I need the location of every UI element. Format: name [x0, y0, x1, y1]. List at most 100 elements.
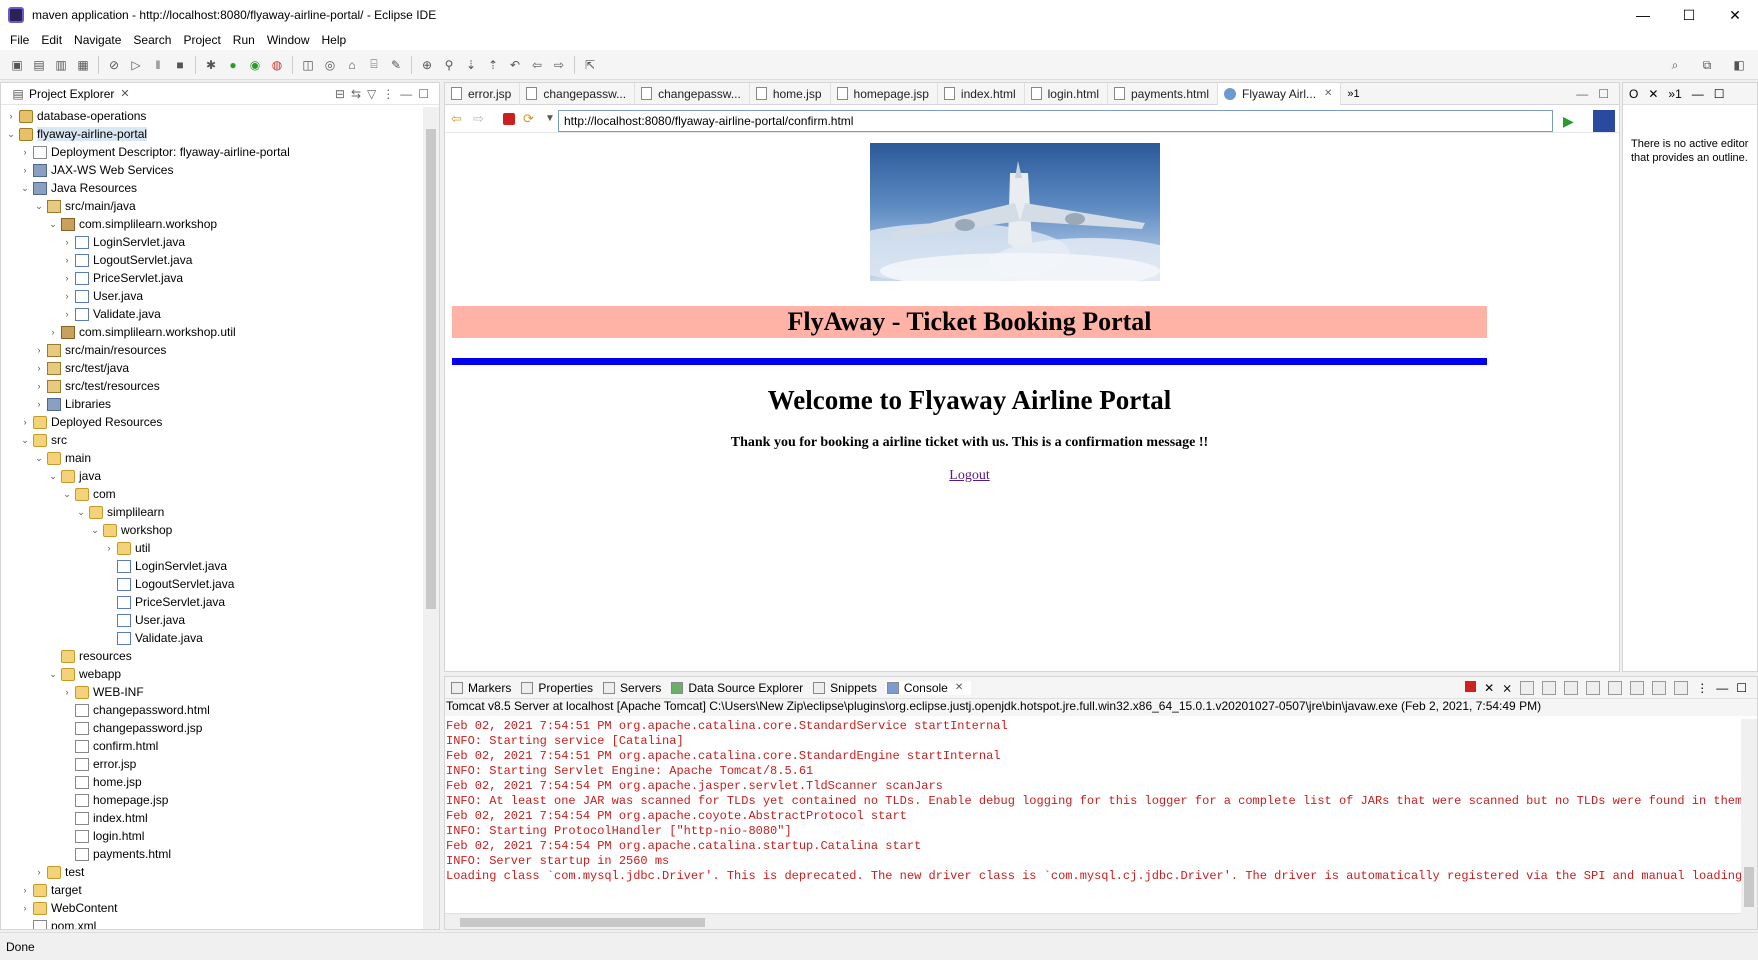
tab-markers[interactable]: Markers: [449, 681, 519, 695]
resume-icon[interactable]: ▷: [128, 57, 144, 73]
chevron-right-icon[interactable]: ›: [19, 165, 31, 175]
filter-icon[interactable]: ▽: [367, 87, 376, 101]
chevron-down-icon[interactable]: ⌄: [33, 201, 45, 212]
tab-flyaway-browser[interactable]: Flyaway Airl... ✕: [1218, 82, 1342, 105]
tab-login-html[interactable]: login.html: [1025, 82, 1108, 105]
tree-item[interactable]: › WebContent: [1, 899, 423, 917]
tab-home-jsp[interactable]: home.jsp: [750, 82, 831, 105]
tree-item[interactable]: home.jsp: [1, 773, 423, 791]
view-menu-icon[interactable]: ⋮: [382, 87, 394, 101]
show-on-stdout-icon[interactable]: [1586, 680, 1601, 695]
maximize-view-icon[interactable]: ☐: [1736, 681, 1747, 695]
more-views-icon[interactable]: »1: [1668, 87, 1681, 101]
chevron-right-icon[interactable]: ›: [61, 309, 73, 319]
tree-item[interactable]: homepage.jsp: [1, 791, 423, 809]
tree-item[interactable]: payments.html: [1, 845, 423, 863]
show-on-stderr-icon[interactable]: [1608, 680, 1623, 695]
chevron-down-icon[interactable]: ⌄: [75, 507, 87, 518]
java-ee-perspective-icon[interactable]: ◧: [1731, 57, 1747, 73]
tab-servers[interactable]: Servers: [601, 681, 669, 695]
tab-console[interactable]: Console ✕: [884, 680, 972, 695]
close-icon[interactable]: ✕: [955, 682, 963, 693]
chevron-right-icon[interactable]: ›: [33, 399, 45, 409]
tree-item[interactable]: › LoginServlet.java: [1, 233, 423, 251]
maximize-button[interactable]: ☐: [1666, 0, 1712, 30]
tree-item[interactable]: ⌄ webapp: [1, 665, 423, 683]
outline-icon[interactable]: O: [1629, 87, 1638, 101]
vertical-scrollbar[interactable]: [423, 107, 439, 929]
chevron-down-icon[interactable]: ⌄: [89, 525, 101, 536]
tree-item[interactable]: LogoutServlet.java: [1, 575, 423, 593]
tree-item[interactable]: index.html: [1, 809, 423, 827]
tree-item[interactable]: › LogoutServlet.java: [1, 251, 423, 269]
menu-window[interactable]: Window: [261, 33, 316, 47]
tree-item[interactable]: confirm.html: [1, 737, 423, 755]
tab-index-html[interactable]: index.html: [938, 82, 1025, 105]
tree-item[interactable]: ⌄ main: [1, 449, 423, 467]
chevron-right-icon[interactable]: ›: [5, 111, 17, 121]
more-tabs-button[interactable]: »1: [1347, 88, 1359, 100]
menu-run[interactable]: Run: [227, 33, 261, 47]
coverage-icon[interactable]: ◉: [247, 57, 263, 73]
tree-item[interactable]: ⌄ com.simplilearn.workshop: [1, 215, 423, 233]
open-console-icon[interactable]: [1674, 680, 1689, 695]
skip-breakpoints-icon[interactable]: ⊘: [106, 57, 122, 73]
suspend-icon[interactable]: ‖: [150, 57, 166, 73]
open-type-icon[interactable]: ⌂: [344, 57, 360, 73]
tree-item[interactable]: › User.java: [1, 287, 423, 305]
tree-item[interactable]: ⌄ java: [1, 467, 423, 485]
scrollbar-thumb[interactable]: [1744, 867, 1754, 907]
debug-icon[interactable]: ✱: [203, 57, 219, 73]
clear-console-icon[interactable]: [1520, 680, 1535, 695]
minimize-view-icon[interactable]: —: [400, 87, 412, 101]
chevron-down-icon[interactable]: ⌄: [5, 129, 17, 140]
menu-edit[interactable]: Edit: [35, 33, 68, 47]
console-output[interactable]: Feb 02, 2021 7:54:51 PM org.apache.catal…: [445, 719, 1741, 909]
chevron-right-icon[interactable]: ›: [19, 903, 31, 913]
console-horizontal-scrollbar[interactable]: [445, 913, 1741, 929]
tree-item[interactable]: changepassword.jsp: [1, 719, 423, 737]
chevron-right-icon[interactable]: ›: [19, 885, 31, 895]
stop-icon[interactable]: [503, 112, 515, 125]
chevron-right-icon[interactable]: ›: [19, 147, 31, 157]
tab-homepage-jsp[interactable]: homepage.jsp: [831, 82, 938, 105]
close-button[interactable]: ✕: [1712, 0, 1758, 30]
run-icon[interactable]: ●: [225, 57, 241, 73]
tree-item[interactable]: changepassword.html: [1, 701, 423, 719]
chevron-right-icon[interactable]: ›: [103, 543, 115, 553]
tab-changepassword-jsp[interactable]: changepassw...: [635, 82, 750, 105]
chevron-right-icon[interactable]: ›: [61, 687, 73, 697]
annotation-icon[interactable]: ⚲: [441, 57, 457, 73]
chevron-right-icon[interactable]: ›: [61, 237, 73, 247]
pin-console-icon[interactable]: [1630, 680, 1645, 695]
scroll-lock-icon[interactable]: [1542, 680, 1557, 695]
tree-item[interactable]: › Validate.java: [1, 305, 423, 323]
minimize-view-icon[interactable]: —: [1716, 681, 1728, 695]
display-console-icon[interactable]: [1652, 680, 1667, 695]
project-explorer-title[interactable]: Project Explorer: [29, 87, 114, 101]
tree-item[interactable]: › WEB-INF: [1, 683, 423, 701]
chevron-down-icon[interactable]: ⌄: [47, 219, 59, 230]
chevron-down-icon[interactable]: ⌄: [47, 669, 59, 680]
open-perspective-icon[interactable]: ⧉: [1699, 57, 1715, 73]
chevron-down-icon[interactable]: ⌄: [33, 453, 45, 464]
chevron-right-icon[interactable]: ›: [61, 273, 73, 283]
url-input[interactable]: http://localhost:8080/flyaway-airline-po…: [558, 110, 1553, 132]
scrollbar-thumb[interactable]: [426, 129, 436, 609]
terminal-icon[interactable]: ▦: [75, 57, 91, 73]
tree-item[interactable]: › database-operations: [1, 107, 423, 125]
chevron-right-icon[interactable]: ›: [61, 255, 73, 265]
chevron-right-icon[interactable]: ›: [61, 291, 73, 301]
tree-item[interactable]: ⌄ com: [1, 485, 423, 503]
new-icon[interactable]: ▣: [9, 57, 25, 73]
tree-item[interactable]: › Deployed Resources: [1, 413, 423, 431]
open-external-browser-icon[interactable]: [1593, 110, 1615, 132]
forward-icon[interactable]: ⇨: [551, 57, 567, 73]
minimize-button[interactable]: —: [1620, 0, 1666, 30]
word-wrap-icon[interactable]: [1564, 680, 1579, 695]
logout-link[interactable]: Logout: [452, 468, 1487, 484]
menu-project[interactable]: Project: [177, 33, 226, 47]
tree-item[interactable]: pom.xml: [1, 917, 423, 929]
remove-all-icon[interactable]: ⨯: [1502, 681, 1512, 695]
tree-item[interactable]: › src/test/java: [1, 359, 423, 377]
